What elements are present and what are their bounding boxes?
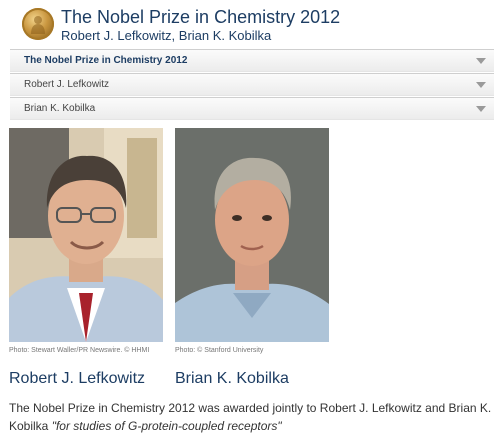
- laureate-name-kobilka[interactable]: Brian K. Kobilka: [175, 370, 289, 388]
- menu-item-label: Brian K. Kobilka: [24, 103, 96, 114]
- lefkowitz-photo: [9, 128, 163, 342]
- nobel-medal-icon: [22, 8, 54, 40]
- accordion-menu: The Nobel Prize in Chemistry 2012 Robert…: [10, 49, 494, 121]
- menu-item-kobilka[interactable]: Brian K. Kobilka: [10, 97, 494, 120]
- page-title: The Nobel Prize in Chemistry 2012: [61, 7, 341, 27]
- menu-item-prize-overview[interactable]: The Nobel Prize in Chemistry 2012: [10, 49, 494, 72]
- menu-item-label: The Nobel Prize in Chemistry 2012: [24, 55, 188, 66]
- menu-item-lefkowitz[interactable]: Robert J. Lefkowitz: [10, 73, 494, 96]
- kobilka-photo: [175, 128, 329, 342]
- chevron-down-icon: [476, 106, 486, 112]
- menu-item-label: Robert J. Lefkowitz: [24, 79, 110, 90]
- photo-credit-kobilka: Photo: © Stanford University: [175, 347, 264, 354]
- chevron-down-icon: [476, 58, 486, 64]
- page-header: The Nobel Prize in Chemistry 2012 Robert…: [8, 4, 496, 46]
- prize-motivation: "for studies of G-protein-coupled recept…: [51, 419, 282, 433]
- laureates-subtitle: Robert J. Lefkowitz, Brian K. Kobilka: [61, 28, 272, 43]
- prize-summary: The Nobel Prize in Chemistry 2012 was aw…: [9, 399, 497, 435]
- photo-credit-lefkowitz: Photo: Stewart Waller/PR Newswire. © HHM…: [9, 347, 150, 354]
- laureate-name-lefkowitz[interactable]: Robert J. Lefkowitz: [9, 370, 145, 388]
- chevron-down-icon: [476, 82, 486, 88]
